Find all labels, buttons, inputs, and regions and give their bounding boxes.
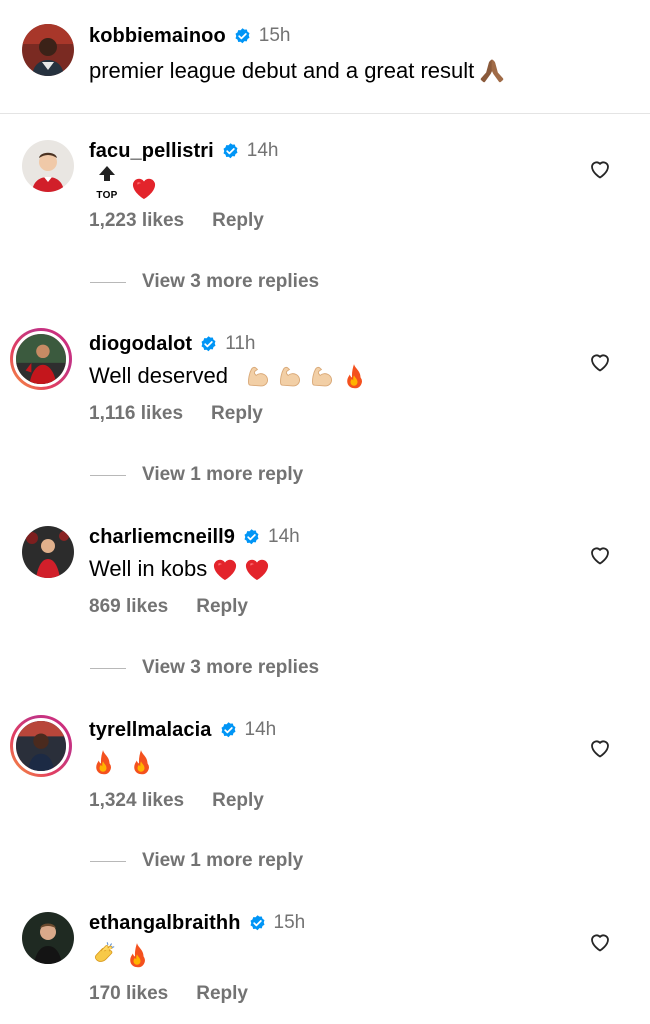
reply-button[interactable]: Reply xyxy=(196,596,248,618)
verified-badge-icon xyxy=(221,142,240,161)
verified-badge-icon xyxy=(248,914,267,933)
divider xyxy=(90,667,126,669)
reply-button[interactable]: Reply xyxy=(212,790,264,812)
red-heart-emoji-icon xyxy=(211,555,239,583)
comment-text: Well in kobs xyxy=(89,556,208,581)
view-replies-button[interactable]: View 3 more replies xyxy=(90,271,319,293)
username[interactable]: ethangalbraithh xyxy=(89,912,241,935)
flexed-biceps-emoji-icon xyxy=(276,362,304,390)
flexed-biceps-emoji-icon xyxy=(308,362,336,390)
comment-text-row: Well in kobs xyxy=(89,555,271,583)
username[interactable]: charliemcneill9 xyxy=(89,526,235,549)
post-caption: kobbiemainoo 15h premier league debut an… xyxy=(0,0,650,114)
comment-author-row: tyrellmalacia 14h xyxy=(89,717,276,743)
author-row: kobbiemainoo 15h xyxy=(89,23,290,49)
username[interactable]: kobbiemainoo xyxy=(89,25,226,48)
timestamp: 15h xyxy=(258,25,291,46)
avatar-story-ring[interactable] xyxy=(10,715,72,777)
divider xyxy=(90,474,126,476)
heart-icon[interactable] xyxy=(588,930,612,954)
timestamp: 14h xyxy=(244,719,277,740)
comment-text: Well deserved xyxy=(89,363,228,388)
verified-badge-icon xyxy=(199,335,218,354)
comment-meta: 170 likes Reply xyxy=(89,983,248,1005)
heart-icon[interactable] xyxy=(588,543,612,567)
fire-emoji-icon xyxy=(123,941,151,969)
comment-author-row: ethangalbraithh 15h xyxy=(89,910,305,936)
reply-button[interactable]: Reply xyxy=(212,210,264,232)
divider xyxy=(90,281,126,283)
likes-count[interactable]: 1,116 likes xyxy=(89,403,183,425)
timestamp: 11h xyxy=(225,333,256,354)
fire-emoji-icon xyxy=(340,362,368,390)
flexed-biceps-emoji-icon xyxy=(244,362,272,390)
red-heart-emoji-icon xyxy=(130,174,158,202)
view-replies-button[interactable]: View 3 more replies xyxy=(90,657,319,679)
view-replies-label: View 3 more replies xyxy=(142,657,320,678)
avatar[interactable] xyxy=(22,140,74,192)
verified-badge-icon xyxy=(219,721,238,740)
avatar[interactable] xyxy=(22,526,74,578)
view-replies-button[interactable]: View 1 more reply xyxy=(90,464,303,486)
view-replies-label: View 3 more replies xyxy=(142,271,320,292)
reply-button[interactable]: Reply xyxy=(211,403,263,425)
comment-text-row: Well deserved xyxy=(89,362,368,390)
caption-text-row: premier league debut and a great result xyxy=(89,57,506,85)
caption-text: premier league debut and a great result xyxy=(89,58,475,83)
timestamp: 14h xyxy=(246,140,279,161)
likes-count[interactable]: 869 likes xyxy=(89,596,168,618)
comment-meta: 869 likes Reply xyxy=(89,596,248,618)
top-emoji-icon: TOP xyxy=(94,166,120,210)
username[interactable]: tyrellmalacia xyxy=(89,719,212,742)
reply-button[interactable]: Reply xyxy=(196,983,248,1005)
clapping-hands-emoji-icon xyxy=(91,941,119,969)
likes-count[interactable]: 1,223 likes xyxy=(89,210,184,232)
red-heart-emoji-icon xyxy=(243,555,271,583)
comment-meta: 1,223 likes Reply xyxy=(89,210,264,232)
heart-icon[interactable] xyxy=(588,157,612,181)
comment-author-row: diogodalot 11h xyxy=(89,331,256,357)
comment-text: TOP xyxy=(94,166,158,210)
comment-author-row: facu_pellistri 14h xyxy=(89,138,278,164)
fire-emoji-icon xyxy=(127,748,155,776)
divider xyxy=(90,860,126,862)
comment-meta: 1,324 likes Reply xyxy=(89,790,264,812)
verified-badge-icon xyxy=(233,27,252,46)
avatar[interactable] xyxy=(22,24,74,76)
username[interactable]: diogodalot xyxy=(89,333,192,356)
avatar[interactable] xyxy=(22,912,74,964)
verified-badge-icon xyxy=(242,528,261,547)
heart-icon[interactable] xyxy=(588,736,612,760)
comment-text-row xyxy=(89,748,155,776)
comment-author-row: charliemcneill9 14h xyxy=(89,524,300,550)
comment-text-row xyxy=(91,941,151,969)
username[interactable]: facu_pellistri xyxy=(89,140,214,163)
view-replies-label: View 1 more reply xyxy=(142,464,304,485)
folded-hands-emoji-icon xyxy=(478,57,506,85)
likes-count[interactable]: 1,324 likes xyxy=(89,790,184,812)
view-replies-button[interactable]: View 1 more reply xyxy=(90,850,303,872)
avatar-story-ring[interactable] xyxy=(10,328,72,390)
timestamp: 15h xyxy=(273,912,306,933)
likes-count[interactable]: 170 likes xyxy=(89,983,168,1005)
heart-icon[interactable] xyxy=(588,350,612,374)
fire-emoji-icon xyxy=(89,748,117,776)
timestamp: 14h xyxy=(268,526,300,547)
comment-meta: 1,116 likes Reply xyxy=(89,403,263,425)
view-replies-label: View 1 more reply xyxy=(142,850,304,871)
